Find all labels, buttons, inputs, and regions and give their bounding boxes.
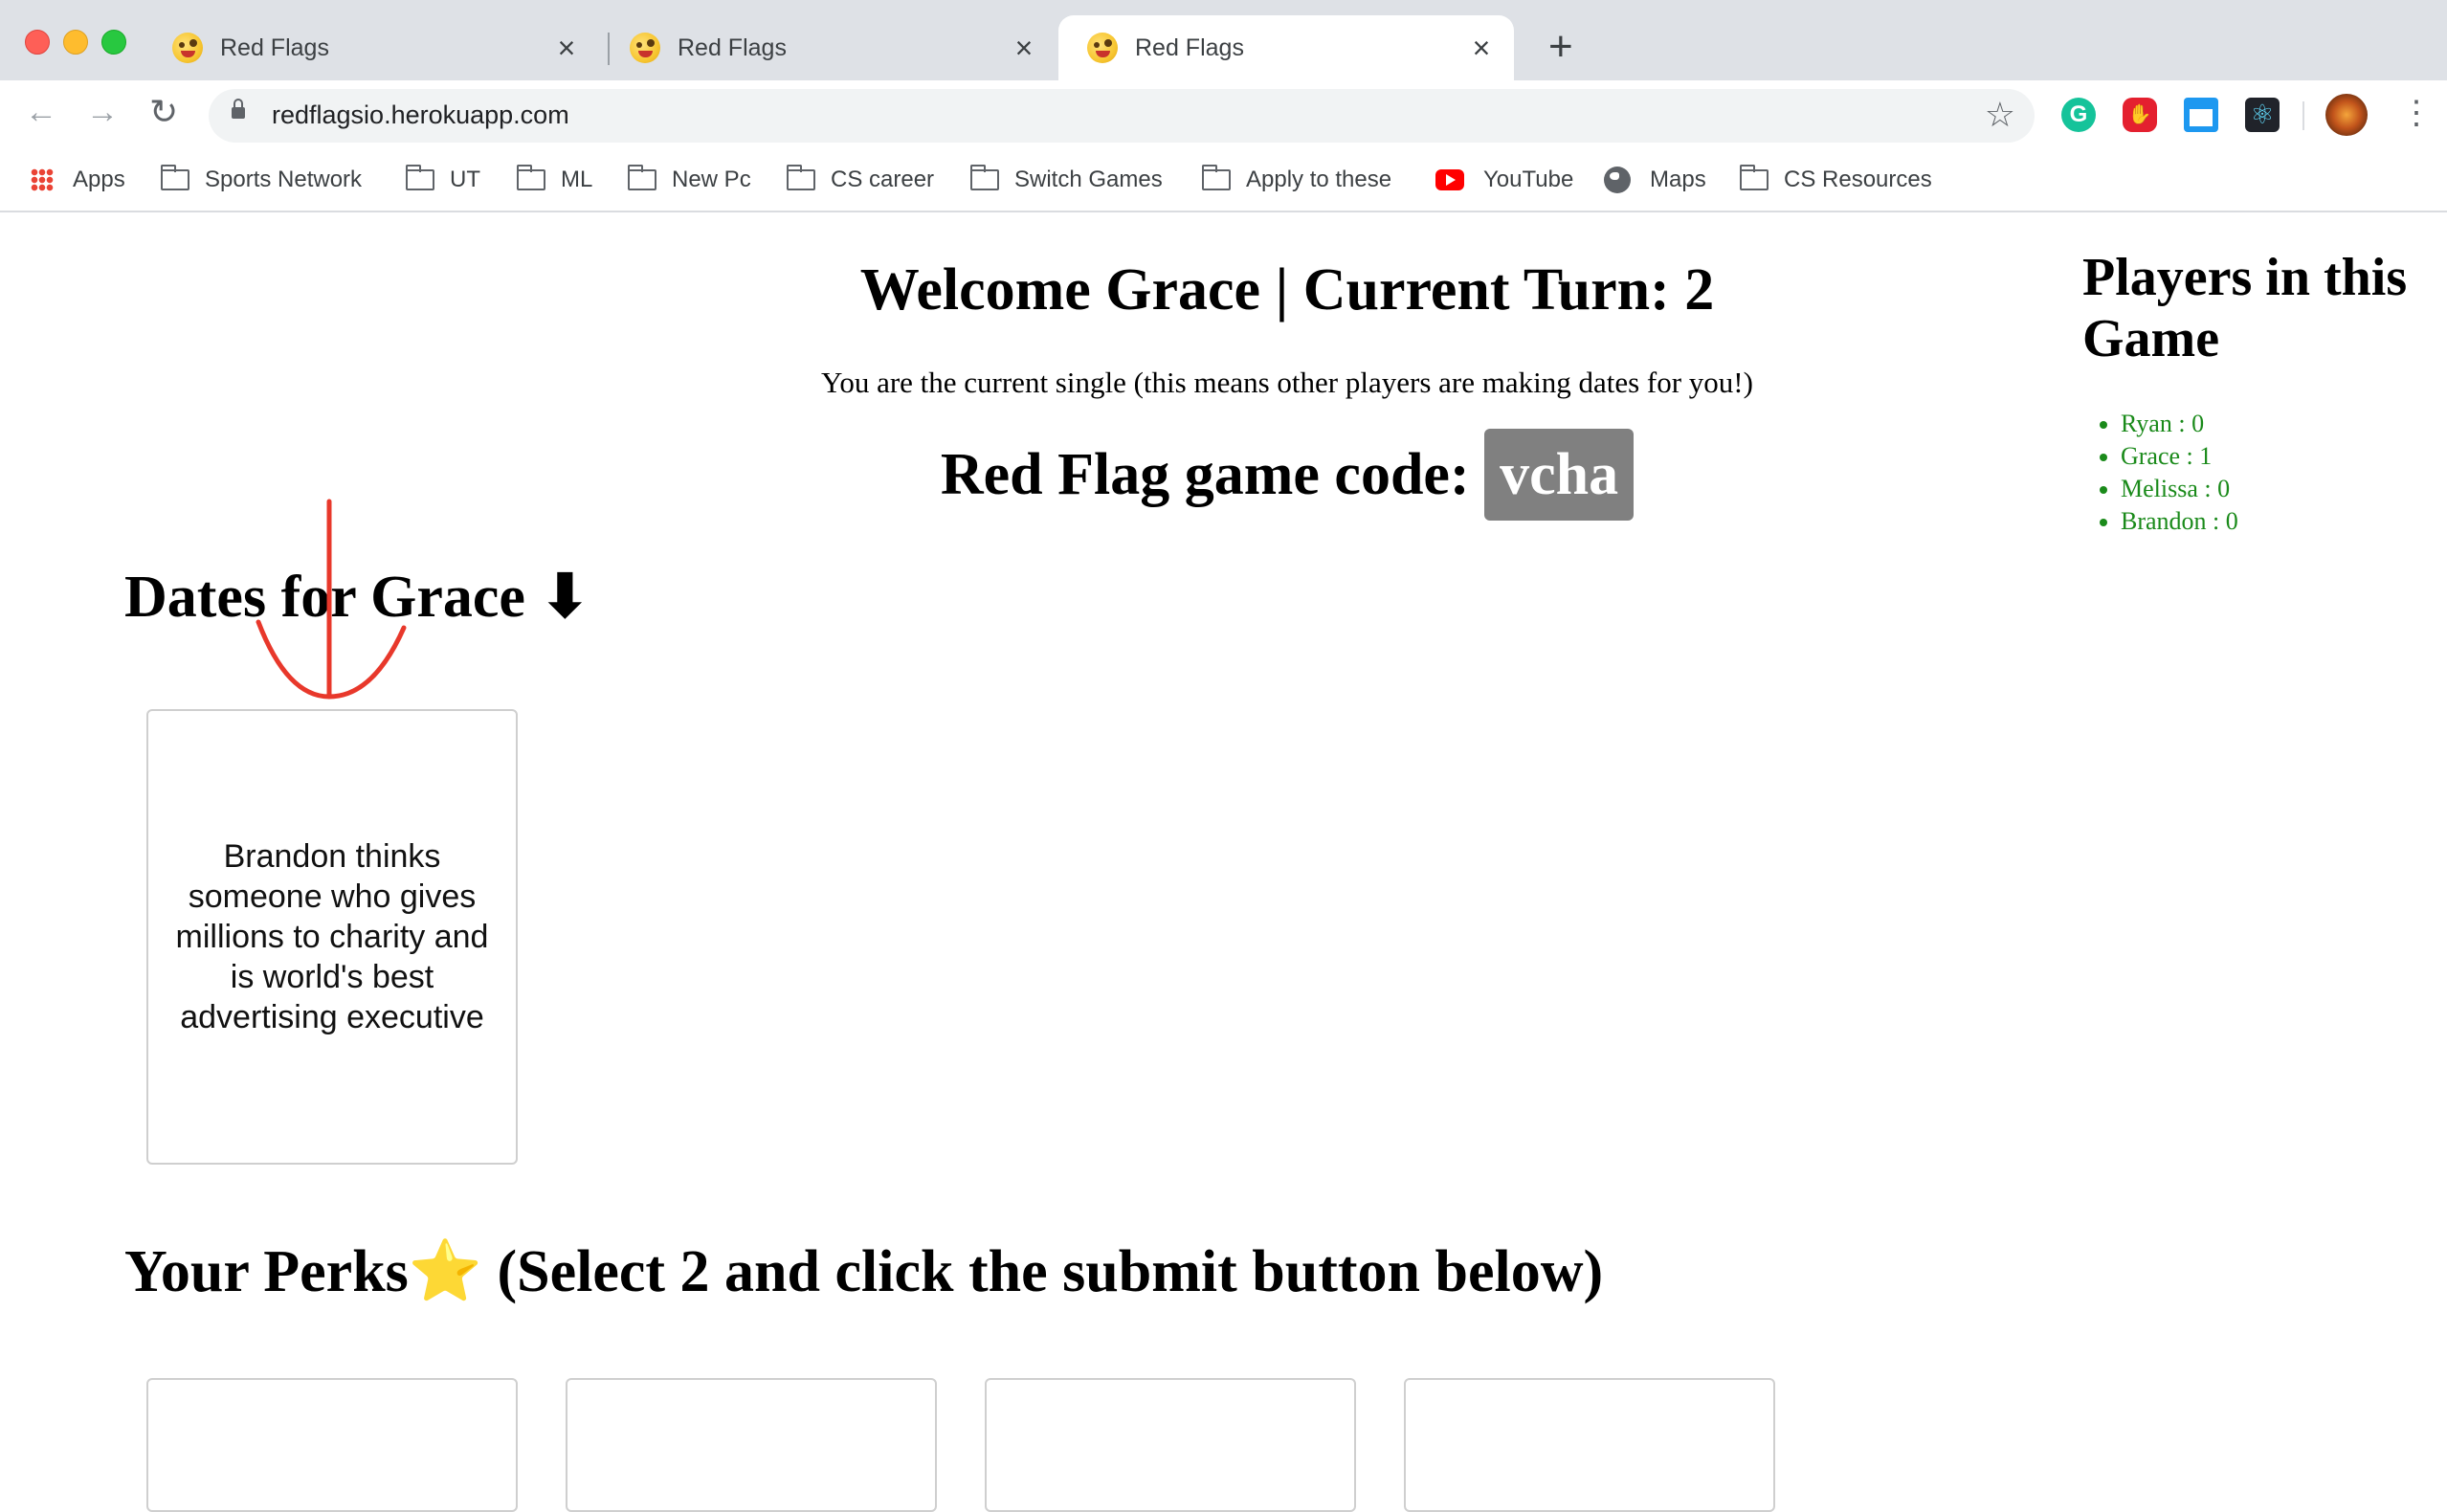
perks-heading: Your Perks⭐ (Select 2 and click the subm… bbox=[124, 1239, 1604, 1304]
folder-icon bbox=[161, 165, 189, 190]
perk-card-2[interactable] bbox=[566, 1378, 937, 1512]
bookmark-apply-to-these[interactable]: Apply to these bbox=[1202, 161, 1391, 199]
crazy-face-favicon-icon bbox=[630, 33, 660, 63]
bookmark-cs-resources[interactable]: CS Resources bbox=[1740, 161, 1932, 199]
forward-arrow-icon[interactable]: → bbox=[86, 94, 119, 131]
folder-icon bbox=[517, 165, 545, 190]
bookmark-new-pc[interactable]: New Pc bbox=[628, 161, 751, 199]
crazy-face-favicon-icon bbox=[172, 33, 203, 63]
url-text[interactable]: redflagsio.herokuapp.com bbox=[272, 100, 569, 130]
bookmark-label: YouTube bbox=[1483, 167, 1574, 192]
bookmark-label: Apps bbox=[73, 167, 125, 192]
perk-card-3[interactable] bbox=[985, 1378, 1356, 1512]
lock-icon bbox=[232, 99, 245, 119]
tab-strip: Red Flags × Red Flags × Red Flags × + bbox=[0, 0, 2447, 80]
player-item: Grace : 1 bbox=[2121, 440, 2436, 473]
bookmark-cs-career[interactable]: CS career bbox=[787, 161, 934, 199]
folder-icon bbox=[1202, 165, 1231, 190]
folder-icon bbox=[1740, 165, 1769, 190]
tab-title: Red Flags bbox=[220, 33, 329, 61]
player-item: Melissa : 0 bbox=[2121, 473, 2436, 505]
current-single-note: You are the current single (this means o… bbox=[821, 366, 1753, 399]
bookmark-maps[interactable]: Maps bbox=[1604, 161, 1706, 199]
grammarly-extension-icon[interactable]: G bbox=[2061, 98, 2096, 132]
browser-tab-1[interactable]: Red Flags × bbox=[144, 15, 599, 80]
menu-kebab-icon[interactable]: ⋮ bbox=[2400, 94, 2433, 132]
bookmark-label: Maps bbox=[1650, 167, 1706, 192]
game-page: Welcome Grace | Current Turn: 2 You are … bbox=[0, 212, 2447, 1512]
close-tab-icon[interactable]: × bbox=[547, 31, 586, 66]
react-devtools-icon[interactable]: ⚛ bbox=[2245, 98, 2280, 132]
players-heading: Players in this Game bbox=[2082, 248, 2408, 368]
date-card-text: Brandon thinks someone who gives million… bbox=[175, 838, 489, 1035]
bookmark-star-icon[interactable]: ☆ bbox=[1985, 95, 2015, 135]
folder-icon bbox=[406, 165, 434, 190]
bookmark-youtube[interactable]: YouTube bbox=[1435, 161, 1573, 199]
players-panel: Players in this Game Ryan : 0 Grace : 1 … bbox=[2082, 247, 2436, 538]
date-card[interactable]: Brandon thinks someone who gives million… bbox=[146, 709, 518, 1165]
bookmark-ml[interactable]: ML bbox=[517, 161, 592, 199]
bookmark-label: UT bbox=[450, 167, 480, 192]
window-close-button[interactable] bbox=[25, 30, 50, 55]
perk-card-1[interactable] bbox=[146, 1378, 518, 1512]
game-code-badge: vcha bbox=[1484, 429, 1635, 521]
browser-toolbar: ← → ↻ redflagsio.herokuapp.com ☆ G ✋ ⚛ ⋮ bbox=[0, 80, 2447, 151]
toolbar-divider bbox=[2302, 101, 2304, 130]
globe-icon bbox=[1604, 167, 1631, 193]
bookmark-label: Switch Games bbox=[1014, 167, 1163, 192]
perk-card-4[interactable] bbox=[1404, 1378, 1775, 1512]
close-tab-icon[interactable]: × bbox=[1462, 31, 1501, 66]
bookmark-label: Apply to these bbox=[1246, 167, 1392, 192]
welcome-heading: Welcome Grace | Current Turn: 2 bbox=[859, 257, 1715, 322]
youtube-icon bbox=[1435, 169, 1464, 190]
bookmark-label: CS Resources bbox=[1784, 167, 1932, 192]
bookmark-ut[interactable]: UT bbox=[406, 161, 480, 199]
players-list: Ryan : 0 Grace : 1 Melissa : 0 Brandon :… bbox=[2082, 408, 2436, 538]
bookmarks-bar: Apps Sports Network UT ML New Pc CS care… bbox=[0, 151, 2447, 212]
folder-icon bbox=[787, 165, 815, 190]
player-item: Ryan : 0 bbox=[2121, 408, 2436, 440]
apps-grid-icon bbox=[31, 168, 54, 191]
bookmark-label: New Pc bbox=[672, 167, 751, 192]
window-minimize-button[interactable] bbox=[63, 30, 88, 55]
folder-icon bbox=[970, 165, 999, 190]
folder-icon bbox=[628, 165, 656, 190]
player-item: Brandon : 0 bbox=[2121, 505, 2436, 538]
address-bar[interactable]: redflagsio.herokuapp.com ☆ bbox=[209, 89, 2035, 143]
red-annotation-mark bbox=[256, 499, 407, 700]
adblock-extension-icon[interactable]: ✋ bbox=[2123, 98, 2157, 132]
game-code-label: Red Flag game code: bbox=[940, 442, 1470, 507]
bookmark-apps[interactable]: Apps bbox=[31, 161, 125, 199]
window-zoom-button[interactable] bbox=[101, 30, 126, 55]
new-tab-button[interactable]: + bbox=[1548, 23, 1573, 71]
bookmark-label: CS career bbox=[831, 167, 935, 192]
tab-title: Red Flags bbox=[1135, 33, 1244, 61]
bookmark-label: Sports Network bbox=[205, 167, 363, 192]
reload-icon[interactable]: ↻ bbox=[149, 92, 178, 132]
back-arrow-icon[interactable]: ← bbox=[25, 94, 57, 131]
profile-avatar[interactable] bbox=[2325, 94, 2368, 136]
bookmark-switch-games[interactable]: Switch Games bbox=[970, 161, 1163, 199]
tab-title: Red Flags bbox=[678, 33, 787, 61]
close-tab-icon[interactable]: × bbox=[1005, 31, 1043, 66]
bookmark-label: ML bbox=[561, 167, 593, 192]
bookmark-sports-network[interactable]: Sports Network bbox=[161, 161, 362, 199]
window-extension-icon[interactable] bbox=[2184, 98, 2218, 132]
crazy-face-favicon-icon bbox=[1087, 33, 1118, 63]
browser-tab-2[interactable]: Red Flags × bbox=[601, 15, 1057, 80]
browser-tab-3-active[interactable]: Red Flags × bbox=[1058, 15, 1514, 80]
